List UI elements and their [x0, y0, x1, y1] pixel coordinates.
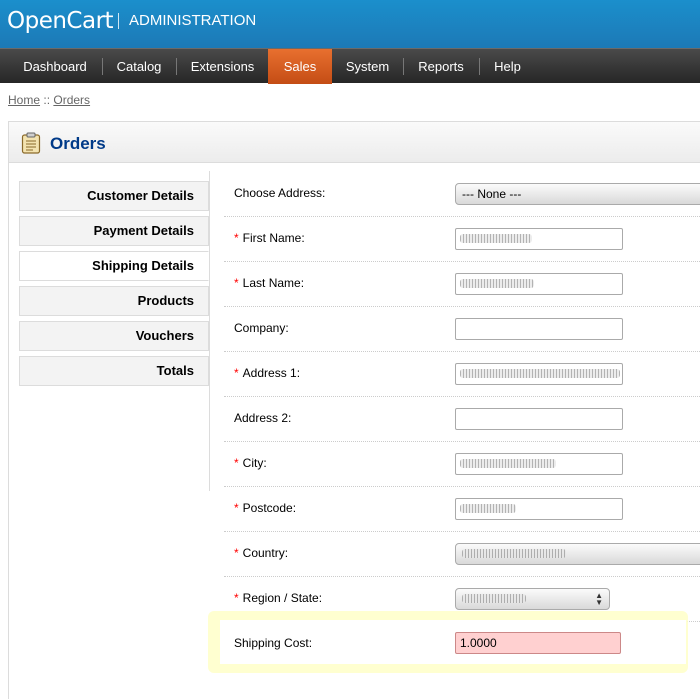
last-name-input[interactable]	[455, 273, 623, 295]
tab-totals[interactable]: Totals	[19, 356, 209, 386]
required-marker: *	[234, 276, 239, 290]
required-marker: *	[234, 231, 239, 245]
region-label: * Region / State:	[234, 591, 322, 605]
required-marker: *	[234, 456, 239, 470]
postcode-input[interactable]	[455, 498, 623, 520]
address-1-input[interactable]	[455, 363, 623, 385]
required-marker: *	[234, 546, 239, 560]
redacted-value	[460, 459, 556, 468]
region-select[interactable]: ▲ ▼	[455, 588, 610, 610]
menu-system[interactable]: System	[334, 49, 401, 84]
breadcrumb: Home :: Orders	[8, 93, 90, 107]
redacted-value	[460, 234, 532, 243]
city-input[interactable]	[455, 453, 623, 475]
first-name-input[interactable]	[455, 228, 623, 250]
tab-customer-details[interactable]: Customer Details	[19, 181, 209, 211]
breadcrumb-separator: ::	[43, 93, 51, 107]
address-2-label: Address 2:	[234, 411, 292, 425]
app-header: OpenCart ADMINISTRATION	[0, 0, 700, 48]
choose-address-value: --- None ---	[462, 187, 522, 201]
tab-payment-details[interactable]: Payment Details	[19, 216, 209, 246]
tab-vouchers[interactable]: Vouchers	[19, 321, 209, 351]
first-name-label: * First Name:	[234, 231, 305, 245]
last-name-label-text: Last Name:	[242, 276, 305, 290]
menu-divider	[479, 58, 480, 75]
postcode-label-text: Postcode:	[242, 501, 297, 515]
first-name-label-text: First Name:	[242, 231, 305, 245]
choose-address-select[interactable]: --- None ---	[455, 183, 700, 205]
redacted-value	[462, 594, 526, 603]
redacted-value	[462, 549, 566, 558]
logo-divider	[118, 13, 119, 29]
choose-address-label: Choose Address:	[234, 186, 326, 200]
city-label-text: City:	[242, 456, 267, 470]
required-marker: *	[234, 591, 239, 605]
breadcrumb-orders[interactable]: Orders	[53, 93, 90, 107]
redacted-value	[460, 279, 534, 288]
company-label: Company:	[234, 321, 289, 335]
address-1-label-text: Address 1:	[242, 366, 301, 380]
chevron-updown-icon: ▲ ▼	[595, 591, 603, 607]
clipboard-icon	[21, 132, 41, 154]
redacted-value	[460, 504, 516, 513]
required-marker: *	[234, 366, 239, 380]
country-label-text: Country:	[242, 546, 289, 560]
menu-dashboard[interactable]: Dashboard	[10, 49, 100, 84]
breadcrumb-home[interactable]: Home	[8, 93, 40, 107]
shipping-cost-input[interactable]: 1.0000	[455, 632, 621, 654]
menu-divider	[403, 58, 404, 75]
company-input[interactable]	[455, 318, 623, 340]
city-label: * City:	[234, 456, 267, 470]
menu-extensions[interactable]: Extensions	[178, 49, 267, 84]
tab-shipping-details[interactable]: Shipping Details	[19, 251, 209, 281]
country-select[interactable]	[455, 543, 700, 565]
menu-catalog[interactable]: Catalog	[104, 49, 174, 84]
panel-heading: Orders	[9, 122, 700, 163]
menu-sales[interactable]: Sales	[268, 49, 332, 84]
admin-title: ADMINISTRATION	[129, 12, 257, 29]
address-2-input[interactable]	[455, 408, 623, 430]
page-title: Orders	[50, 134, 106, 153]
menu-divider	[176, 58, 177, 75]
shipping-cost-value: 1.0000	[460, 636, 497, 650]
opencart-logo[interactable]: OpenCart	[7, 8, 114, 34]
address-1-label: * Address 1:	[234, 366, 300, 380]
tab-products[interactable]: Products	[19, 286, 209, 316]
menu-divider	[102, 58, 103, 75]
last-name-label: * Last Name:	[234, 276, 304, 290]
redacted-value	[460, 369, 620, 378]
main-menu: Dashboard Catalog Extensions Sales Syste…	[0, 48, 700, 84]
country-label: * Country:	[234, 546, 288, 560]
shipping-cost-label: Shipping Cost:	[234, 636, 313, 650]
menu-reports[interactable]: Reports	[405, 49, 477, 84]
tab-divider	[209, 171, 210, 491]
postcode-label: * Postcode:	[234, 501, 296, 515]
region-label-text: Region / State:	[242, 591, 323, 605]
menu-help[interactable]: Help	[481, 49, 534, 84]
required-marker: *	[234, 501, 239, 515]
